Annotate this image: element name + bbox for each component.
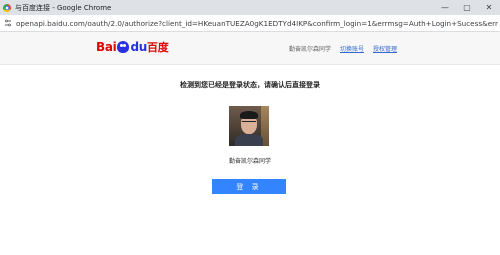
- chrome-icon: [3, 3, 11, 12]
- avatar: [229, 106, 269, 146]
- close-icon[interactable]: ✕: [478, 0, 500, 15]
- window-controls: — ▢ ✕: [434, 0, 500, 15]
- site-info-icon[interactable]: [3, 18, 13, 28]
- baidu-logo: Bai du 百度: [96, 40, 169, 54]
- logo-cn: 百度: [147, 41, 169, 54]
- header-username: 勤奋凯尔森同学: [289, 46, 332, 53]
- url-text[interactable]: openapi.baidu.com/oauth/2.0/authorize?cl…: [16, 19, 498, 28]
- baidu-paw-icon: [117, 41, 130, 53]
- page-title: 检测到您已经是登录状态，请确认后直接登录: [180, 81, 320, 89]
- login-button[interactable]: 登 录: [212, 179, 286, 194]
- minimize-icon[interactable]: —: [434, 0, 456, 15]
- switch-account-link[interactable]: 切换账号: [340, 44, 364, 53]
- page-header: Bai du 百度 勤奋凯尔森同学 切换账号 授权管理: [0, 32, 500, 65]
- account-username: 勤奋凯尔森同学: [228, 158, 271, 165]
- title-bar: 与百度连接 - Google Chrome — ▢ ✕: [0, 0, 500, 15]
- address-bar[interactable]: openapi.baidu.com/oauth/2.0/authorize?cl…: [0, 15, 500, 32]
- window-title: 与百度连接 - Google Chrome: [15, 3, 112, 12]
- maximize-icon[interactable]: ▢: [456, 0, 478, 15]
- logo-bai: Bai: [96, 40, 117, 54]
- logo-du: du: [130, 40, 148, 54]
- browser-window: 与百度连接 - Google Chrome — ▢ ✕ openapi.baid…: [0, 0, 500, 255]
- manage-authorization-link[interactable]: 授权管理: [373, 44, 397, 53]
